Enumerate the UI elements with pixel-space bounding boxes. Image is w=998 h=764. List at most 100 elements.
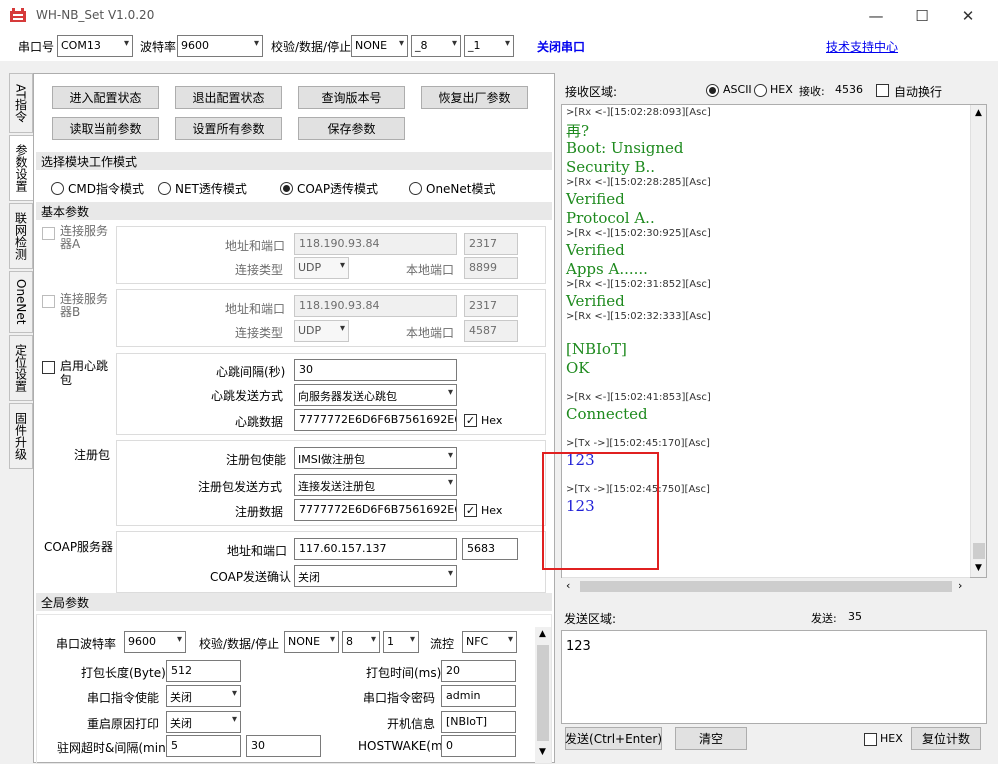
autowrap-checkbox[interactable]	[876, 84, 889, 97]
radio-ascii[interactable]	[706, 84, 719, 97]
tab-network-check[interactable]: 联网检测	[9, 203, 33, 269]
global-baud-select[interactable]: 9600 ▾	[124, 631, 186, 653]
coap-addr-input[interactable]: 117.60.157.137	[294, 538, 457, 560]
radio-hex[interactable]	[754, 84, 767, 97]
server-a-type-select[interactable]: UDP ▾	[294, 257, 349, 279]
register-enable-select[interactable]: IMSI做注册包 ▾	[294, 447, 457, 469]
heartbeat-mode-label: 心跳发送方式	[211, 389, 284, 403]
server-a-addr-input[interactable]: 118.190.93.84	[294, 233, 457, 255]
heartbeat-data-label: 心跳数据	[235, 415, 284, 429]
register-data-input[interactable]: 7777772E6D6F6B7561692E636E	[294, 499, 457, 521]
scroll-up-icon[interactable]: ▲	[975, 108, 982, 118]
scroll-down-icon[interactable]: ▼	[539, 747, 546, 757]
save-params-button[interactable]: 保存参数	[298, 117, 405, 140]
global-scroll-thumb[interactable]	[537, 645, 549, 741]
heartbeat-checkbox[interactable]	[42, 361, 55, 374]
parity-select[interactable]: NONE ▾	[351, 35, 408, 57]
scroll-up-icon[interactable]: ▲	[539, 629, 546, 639]
exit-config-button[interactable]: 退出配置状态	[175, 86, 282, 109]
receive-vscroll-thumb[interactable]	[973, 543, 985, 559]
serial-toolbar: 串口号 COM13 ▾ 波特率 9600 ▾ 校验/数据/停止 NONE ▾ _8 ▾ …	[0, 31, 998, 61]
heartbeat-mode-select[interactable]: 向服务器发送心跳包 ▾	[294, 384, 457, 406]
chevron-down-icon: ▾	[447, 477, 453, 488]
server-b-local-input[interactable]: 4587	[464, 320, 518, 342]
heartbeat-data-input[interactable]: 7777772E6D6F6B7561692E636E	[294, 409, 457, 431]
send-button[interactable]: 发送(Ctrl+Enter)	[565, 727, 662, 750]
global-parity-select[interactable]: NONE ▾	[284, 631, 339, 653]
send-hex-checkbox[interactable]	[864, 733, 877, 746]
heartbeat-hex-checkbox[interactable]: ✓	[464, 414, 477, 427]
radio-net-mode[interactable]	[158, 182, 171, 195]
support-link[interactable]: 技术支持中心	[826, 38, 898, 55]
receive-hscroll-thumb[interactable]	[580, 581, 952, 592]
chevron-down-icon: ▾	[409, 634, 415, 645]
global-flow-select[interactable]: NFC ▾	[462, 631, 517, 653]
server-a-addr-label: 地址和端口	[225, 239, 286, 253]
idle-timeout-input[interactable]: 5	[166, 735, 241, 757]
server-b-checkbox[interactable]	[42, 295, 55, 308]
receive-label: 接收区域:	[565, 85, 618, 99]
register-hex-checkbox[interactable]: ✓	[464, 504, 477, 517]
parity-label: 校验/数据/停止	[271, 40, 352, 54]
send-textarea[interactable]: 123	[561, 630, 987, 724]
radio-cmd-mode[interactable]	[51, 182, 64, 195]
log-data-line: Protocol A..	[566, 209, 655, 227]
tab-at-commands[interactable]: AT指令	[9, 73, 33, 133]
log-data-line: OK	[566, 359, 590, 377]
server-b-port-input[interactable]: 2317	[464, 295, 518, 317]
close-button[interactable]: ✕	[945, 0, 991, 31]
pack-len-input[interactable]: 512	[166, 660, 241, 682]
tab-onenet[interactable]: OneNet	[9, 271, 33, 333]
global-data-select[interactable]: 8 ▾	[342, 631, 380, 653]
databits-select[interactable]: _8 ▾	[411, 35, 461, 57]
chevron-down-icon: ▾	[504, 38, 510, 49]
tab-location[interactable]: 定位设置	[9, 335, 33, 401]
chevron-down-icon: ▾	[231, 714, 237, 725]
log-data-line: Verified	[566, 241, 625, 259]
reset-count-button[interactable]: 复位计数	[911, 727, 981, 750]
tab-firmware[interactable]: 固件升级	[9, 403, 33, 469]
query-version-button[interactable]: 查询版本号	[298, 86, 405, 109]
reboot-print-select[interactable]: 关闭 ▾	[166, 711, 241, 733]
maximize-button[interactable]: ☐	[899, 0, 945, 31]
log-header-line: >[Tx ->][15:02:45:170][Asc]	[566, 438, 710, 449]
server-a-local-input[interactable]: 8899	[464, 257, 518, 279]
server-b-type-select[interactable]: UDP ▾	[294, 320, 349, 342]
stopbits-select[interactable]: _1 ▾	[464, 35, 514, 57]
receive-hscroll[interactable]: ‹ ›	[562, 577, 970, 594]
close-port-button[interactable]: 关闭串口	[537, 38, 585, 55]
boot-info-input[interactable]: [NBIoT]	[441, 711, 516, 733]
heartbeat-interval-input[interactable]: 30	[294, 359, 457, 381]
receive-vscrollbar[interactable]: ▲ ▼	[970, 105, 986, 577]
idle-interval-input[interactable]: 30	[246, 735, 321, 757]
scroll-down-icon[interactable]: ▼	[975, 563, 982, 573]
register-mode-select[interactable]: 连接发送注册包 ▾	[294, 474, 457, 496]
hostwake-input[interactable]: 0	[441, 735, 516, 757]
global-stop-select[interactable]: 1 ▾	[383, 631, 419, 653]
register-label: 注册包	[74, 448, 111, 462]
radio-coap-mode[interactable]	[280, 182, 293, 195]
coap-confirm-select[interactable]: 关闭 ▾	[294, 565, 457, 587]
server-a-port-input[interactable]: 2317	[464, 233, 518, 255]
radio-onenet-mode[interactable]	[409, 182, 422, 195]
read-params-button[interactable]: 读取当前参数	[52, 117, 159, 140]
cmd-pwd-input[interactable]: admin	[441, 685, 516, 707]
set-params-button[interactable]: 设置所有参数	[175, 117, 282, 140]
clear-button[interactable]: 清空	[675, 727, 747, 750]
cmd-enable-select[interactable]: 关闭 ▾	[166, 685, 241, 707]
reboot-print-label: 重启原因打印	[87, 717, 160, 731]
factory-reset-button[interactable]: 恢复出厂参数	[421, 86, 528, 109]
chevron-down-icon: ▾	[398, 38, 404, 49]
coap-port-input[interactable]: 5683	[462, 538, 518, 560]
minimize-button[interactable]: —	[853, 0, 899, 31]
baud-select[interactable]: 9600 ▾	[177, 35, 263, 57]
pack-time-input[interactable]: 20	[441, 660, 516, 682]
scroll-right-icon[interactable]: ›	[958, 579, 962, 592]
port-select[interactable]: COM13 ▾	[57, 35, 133, 57]
scroll-left-icon[interactable]: ‹	[566, 579, 570, 592]
server-a-checkbox[interactable]	[42, 227, 55, 240]
tab-param-settings[interactable]: 参数设置	[9, 135, 33, 201]
server-b-addr-input[interactable]: 118.190.93.84	[294, 295, 457, 317]
global-scrollbar[interactable]: ▲ ▼	[535, 627, 551, 763]
enter-config-button[interactable]: 进入配置状态	[52, 86, 159, 109]
